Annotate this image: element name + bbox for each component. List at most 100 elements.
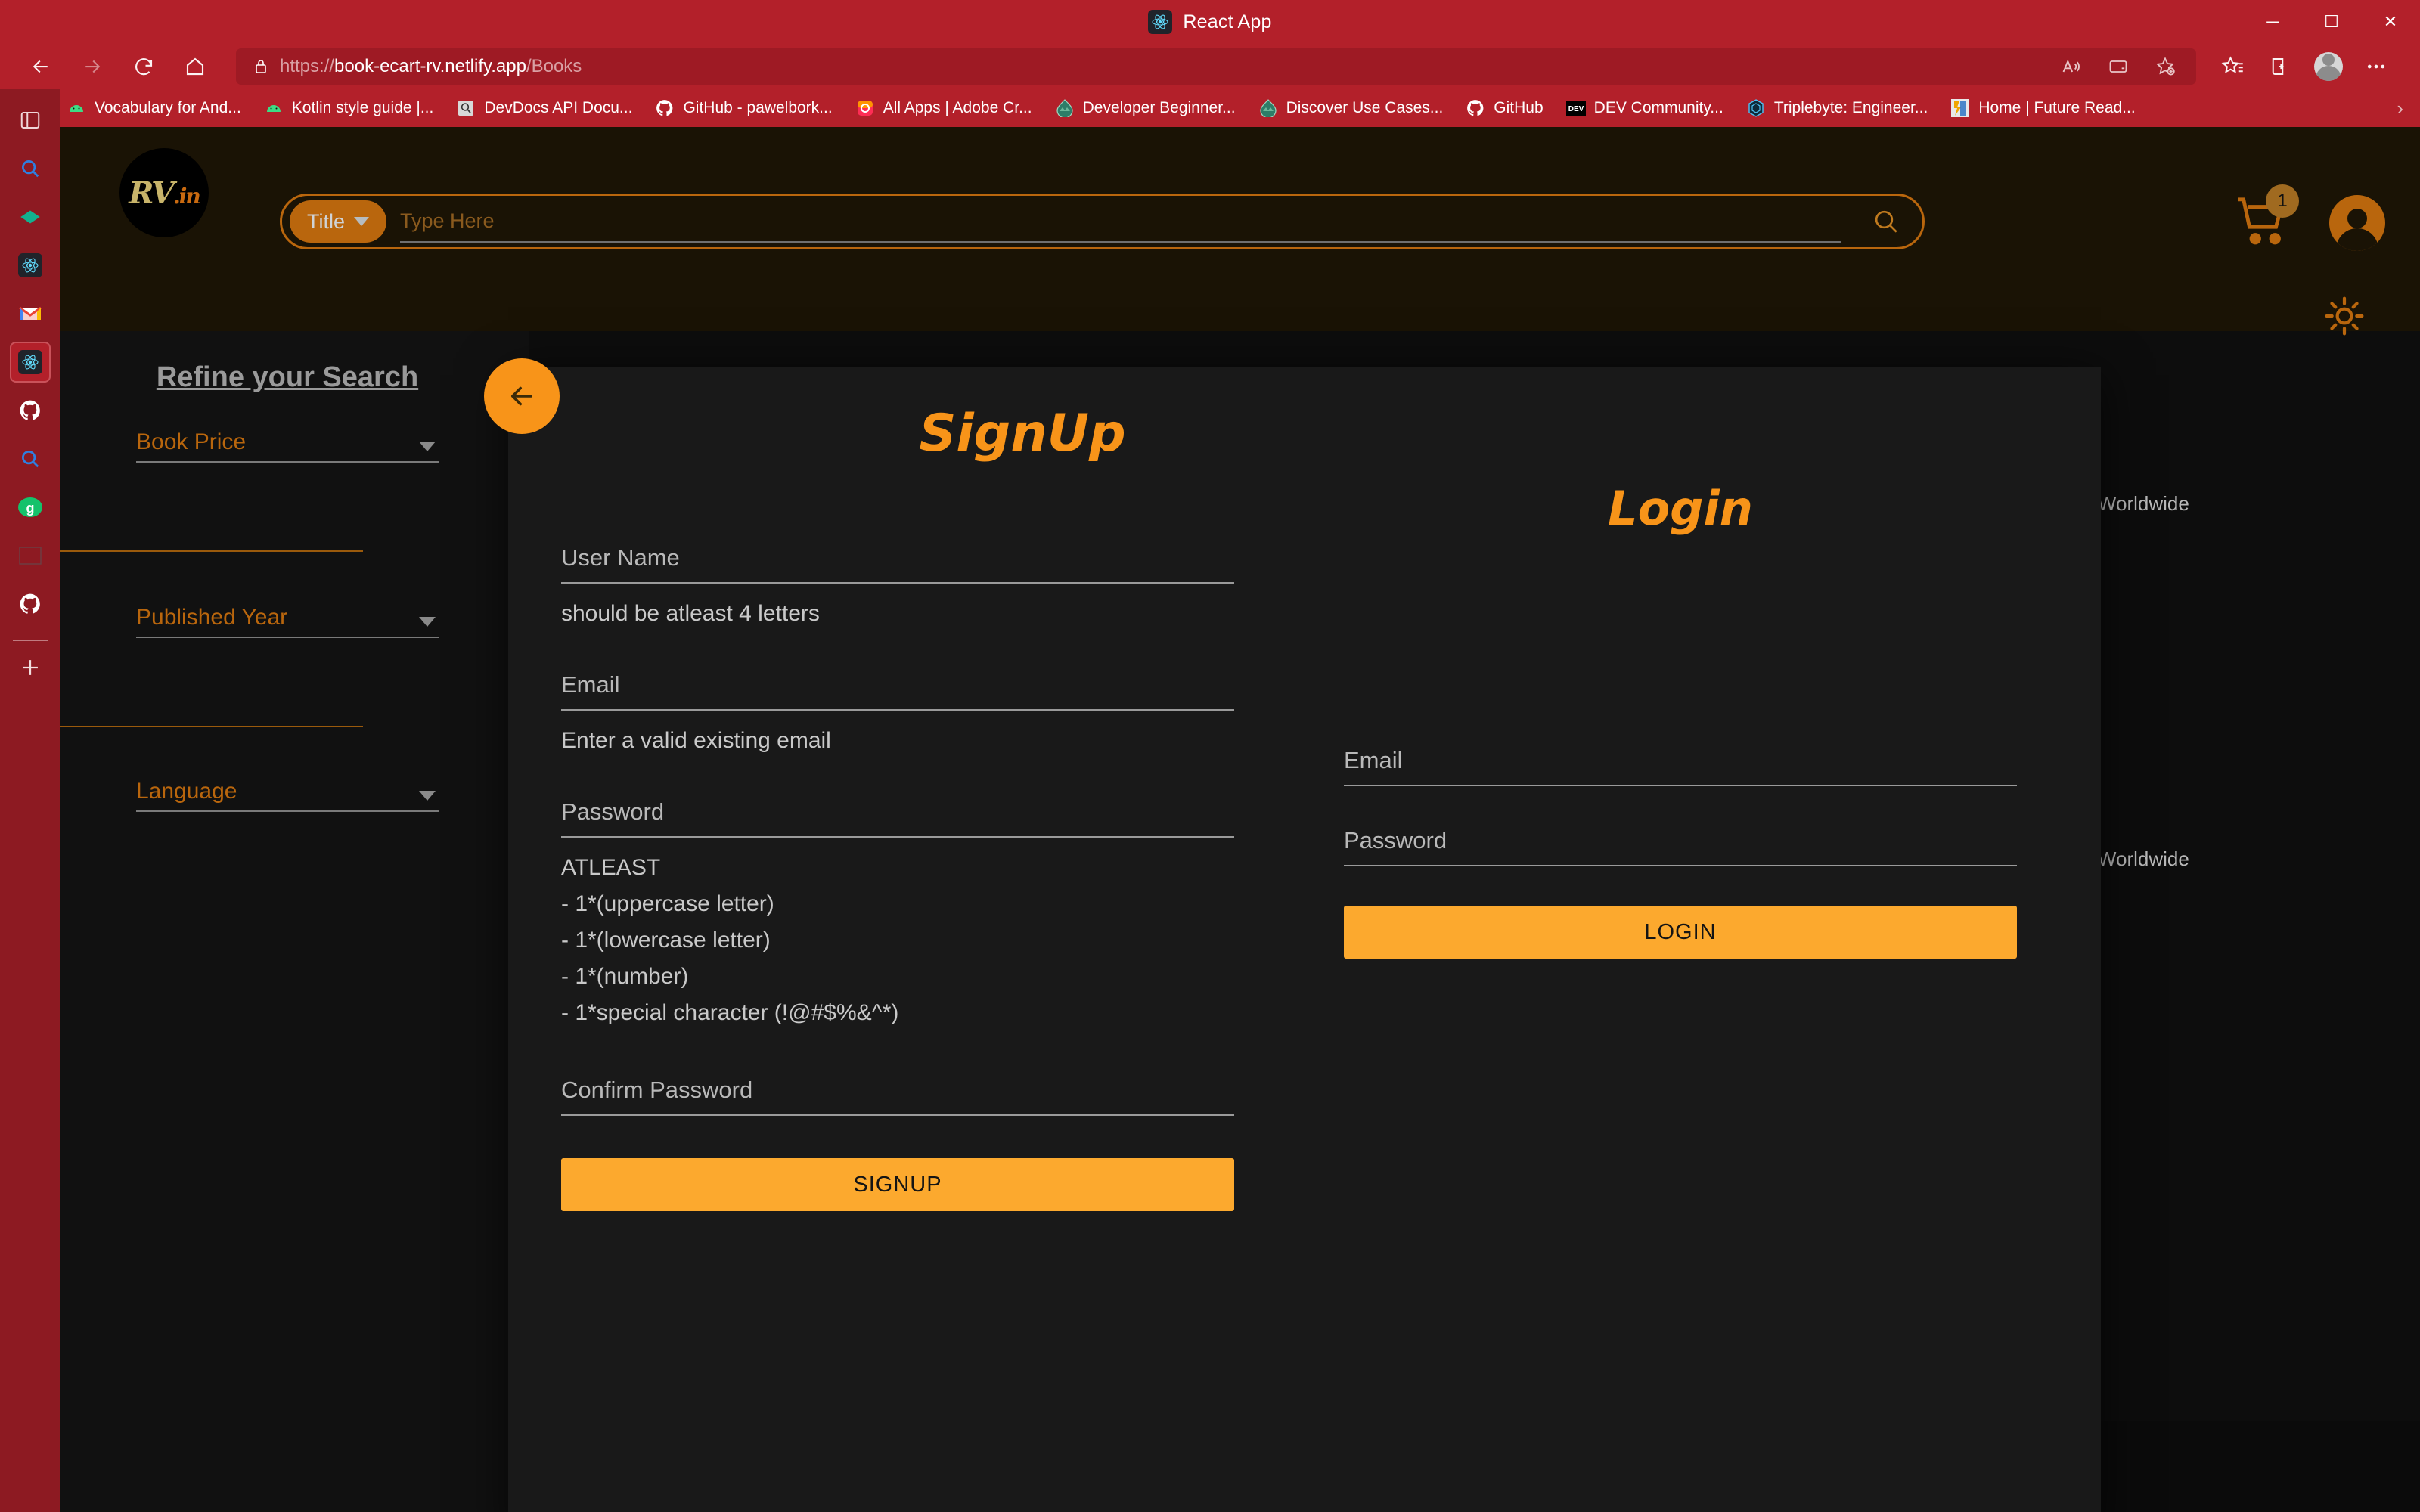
- more-options-icon[interactable]: [2355, 48, 2397, 85]
- sidebar-toggle-icon[interactable]: [10, 100, 51, 141]
- search-category-dropdown[interactable]: Title: [290, 200, 386, 243]
- edge-sidebar: g: [0, 89, 60, 1512]
- bookmark-item[interactable]: DEV DEV Community...: [1565, 98, 1723, 118]
- bookmark-item[interactable]: All Apps | Adobe Cr...: [855, 98, 1032, 118]
- lock-icon: [248, 57, 274, 76]
- sidebar-divider: [13, 640, 48, 641]
- signup-email-field: Enter a valid existing email: [561, 668, 1234, 759]
- cart-badge: 1: [2266, 184, 2299, 218]
- github-icon[interactable]: [10, 390, 51, 431]
- dev-icon: DEV: [1565, 98, 1586, 118]
- login-password-field: [1344, 824, 2017, 866]
- signup-button[interactable]: SIGNUP: [561, 1158, 1234, 1211]
- github-icon[interactable]: [10, 584, 51, 624]
- confirm-password-input[interactable]: [561, 1074, 1234, 1116]
- login-form: LOGIN: [1344, 541, 2017, 959]
- filter-divider: [60, 726, 363, 727]
- logo-suffix: .in: [173, 183, 201, 209]
- bookmarks-overflow-icon[interactable]: ›: [2397, 97, 2403, 120]
- add-favorite-icon[interactable]: [2142, 48, 2189, 85]
- refresh-icon[interactable]: [123, 48, 165, 85]
- bookmark-item[interactable]: Kotlin style guide |...: [264, 98, 433, 118]
- back-button[interactable]: [484, 358, 560, 434]
- hint-line: - 1*(number): [561, 964, 689, 989]
- bookmark-item[interactable]: Home | Future Read...: [1950, 98, 2136, 118]
- react-icon: [1148, 10, 1173, 34]
- bookmark-label: All Apps | Adobe Cr...: [883, 99, 1032, 116]
- signup-title: SignUp: [919, 404, 1126, 463]
- browser-window: React App ─ ☐ ✕ https://book-ecart-rv.ne…: [0, 0, 2420, 1512]
- close-button[interactable]: ✕: [2361, 0, 2420, 44]
- bookmark-item[interactable]: GitHub: [1466, 98, 1544, 118]
- email-input[interactable]: [561, 668, 1234, 711]
- add-icon[interactable]: [10, 647, 51, 688]
- bookmark-label: Home | Future Read...: [1978, 99, 2136, 116]
- browser-tab[interactable]: React App: [1148, 10, 1271, 34]
- react-icon-active[interactable]: [10, 342, 51, 383]
- svg-text:g: g: [26, 500, 35, 516]
- page-title: Refine your Search: [156, 361, 419, 393]
- profile-avatar[interactable]: [2314, 52, 2343, 81]
- bookmark-item[interactable]: GitHub - pawelbork...: [655, 98, 833, 118]
- minimize-button[interactable]: ─: [2243, 0, 2302, 44]
- mountain-icon: [1055, 98, 1075, 118]
- address-bar-actions: [2048, 48, 2189, 85]
- hint-line: - 1*(lowercase letter): [561, 928, 771, 953]
- url-path: /Books: [526, 56, 582, 76]
- bookmark-item[interactable]: Developer Beginner...: [1055, 98, 1236, 118]
- username-input[interactable]: [561, 541, 1234, 584]
- site-logo[interactable]: RV.in: [119, 148, 209, 237]
- tab-title: React App: [1183, 11, 1272, 33]
- home-icon[interactable]: [174, 48, 216, 85]
- bookmark-item[interactable]: DevDocs API Docu...: [456, 98, 632, 118]
- bookmark-item[interactable]: Triplebyte: Engineer...: [1746, 98, 1928, 118]
- github-icon: [1466, 98, 1485, 118]
- username-hint: should be atleast 4 letters: [561, 584, 1234, 632]
- adobe-cc-icon: [855, 98, 875, 118]
- search-icon[interactable]: [10, 438, 51, 479]
- forward-arrow-icon[interactable]: [71, 48, 113, 85]
- gmail-icon[interactable]: [10, 293, 51, 334]
- filter-label: Book Price: [136, 429, 247, 454]
- filter-book-price[interactable]: Book Price: [136, 429, 439, 463]
- read-aloud-icon[interactable]: [2048, 48, 2095, 85]
- future-ready-icon: [1950, 98, 1970, 118]
- hint-line: - 1*special character (!@#$%&^*): [561, 1000, 899, 1025]
- login-title-wrap: Login: [1344, 481, 2017, 536]
- favorites-icon[interactable]: [2211, 48, 2254, 85]
- account-circle-icon[interactable]: [2329, 195, 2385, 251]
- filter-published-year[interactable]: Published Year: [136, 605, 439, 638]
- bookmark-label: GitHub - pawelbork...: [683, 99, 833, 116]
- chevron-down-icon: [419, 442, 436, 451]
- password-input[interactable]: [561, 795, 1234, 838]
- bookmark-item[interactable]: Vocabulary for And...: [67, 98, 241, 118]
- login-password-input[interactable]: [1344, 824, 2017, 866]
- app-header: RV.in Title 1: [60, 127, 2420, 336]
- login-button[interactable]: LOGIN: [1344, 906, 2017, 959]
- address-bar[interactable]: https://book-ecart-rv.netlify.app/Books: [236, 48, 2196, 85]
- signup-confirm-password-field: [561, 1074, 1234, 1116]
- login-email-input[interactable]: [1344, 744, 2017, 786]
- search-category-label: Title: [306, 209, 345, 233]
- bookmark-label: Developer Beginner...: [1082, 99, 1236, 116]
- react-icon[interactable]: [10, 245, 51, 286]
- hint-line: Enter a valid existing email: [561, 728, 831, 753]
- bookmark-item[interactable]: Discover Use Cases...: [1258, 98, 1443, 118]
- hint-line: ATLEAST: [561, 855, 661, 880]
- placeholder-icon[interactable]: [10, 535, 51, 576]
- bookmark-label: Vocabulary for And...: [95, 99, 241, 116]
- android-icon: [67, 98, 86, 118]
- cart-button[interactable]: 1: [2231, 184, 2299, 256]
- collections-icon[interactable]: [2257, 48, 2299, 85]
- back-arrow-icon[interactable]: [20, 48, 62, 85]
- diamond-icon[interactable]: [10, 197, 51, 237]
- filter-language[interactable]: Language: [136, 779, 439, 812]
- search-input[interactable]: [400, 200, 1841, 243]
- grammarly-icon[interactable]: g: [10, 487, 51, 528]
- wallet-icon[interactable]: [2095, 48, 2142, 85]
- maximize-button[interactable]: ☐: [2302, 0, 2361, 44]
- search-button[interactable]: [1854, 200, 1918, 243]
- bookmark-label: DevDocs API Docu...: [484, 99, 633, 116]
- github-icon: [655, 98, 675, 118]
- search-icon[interactable]: [10, 148, 51, 189]
